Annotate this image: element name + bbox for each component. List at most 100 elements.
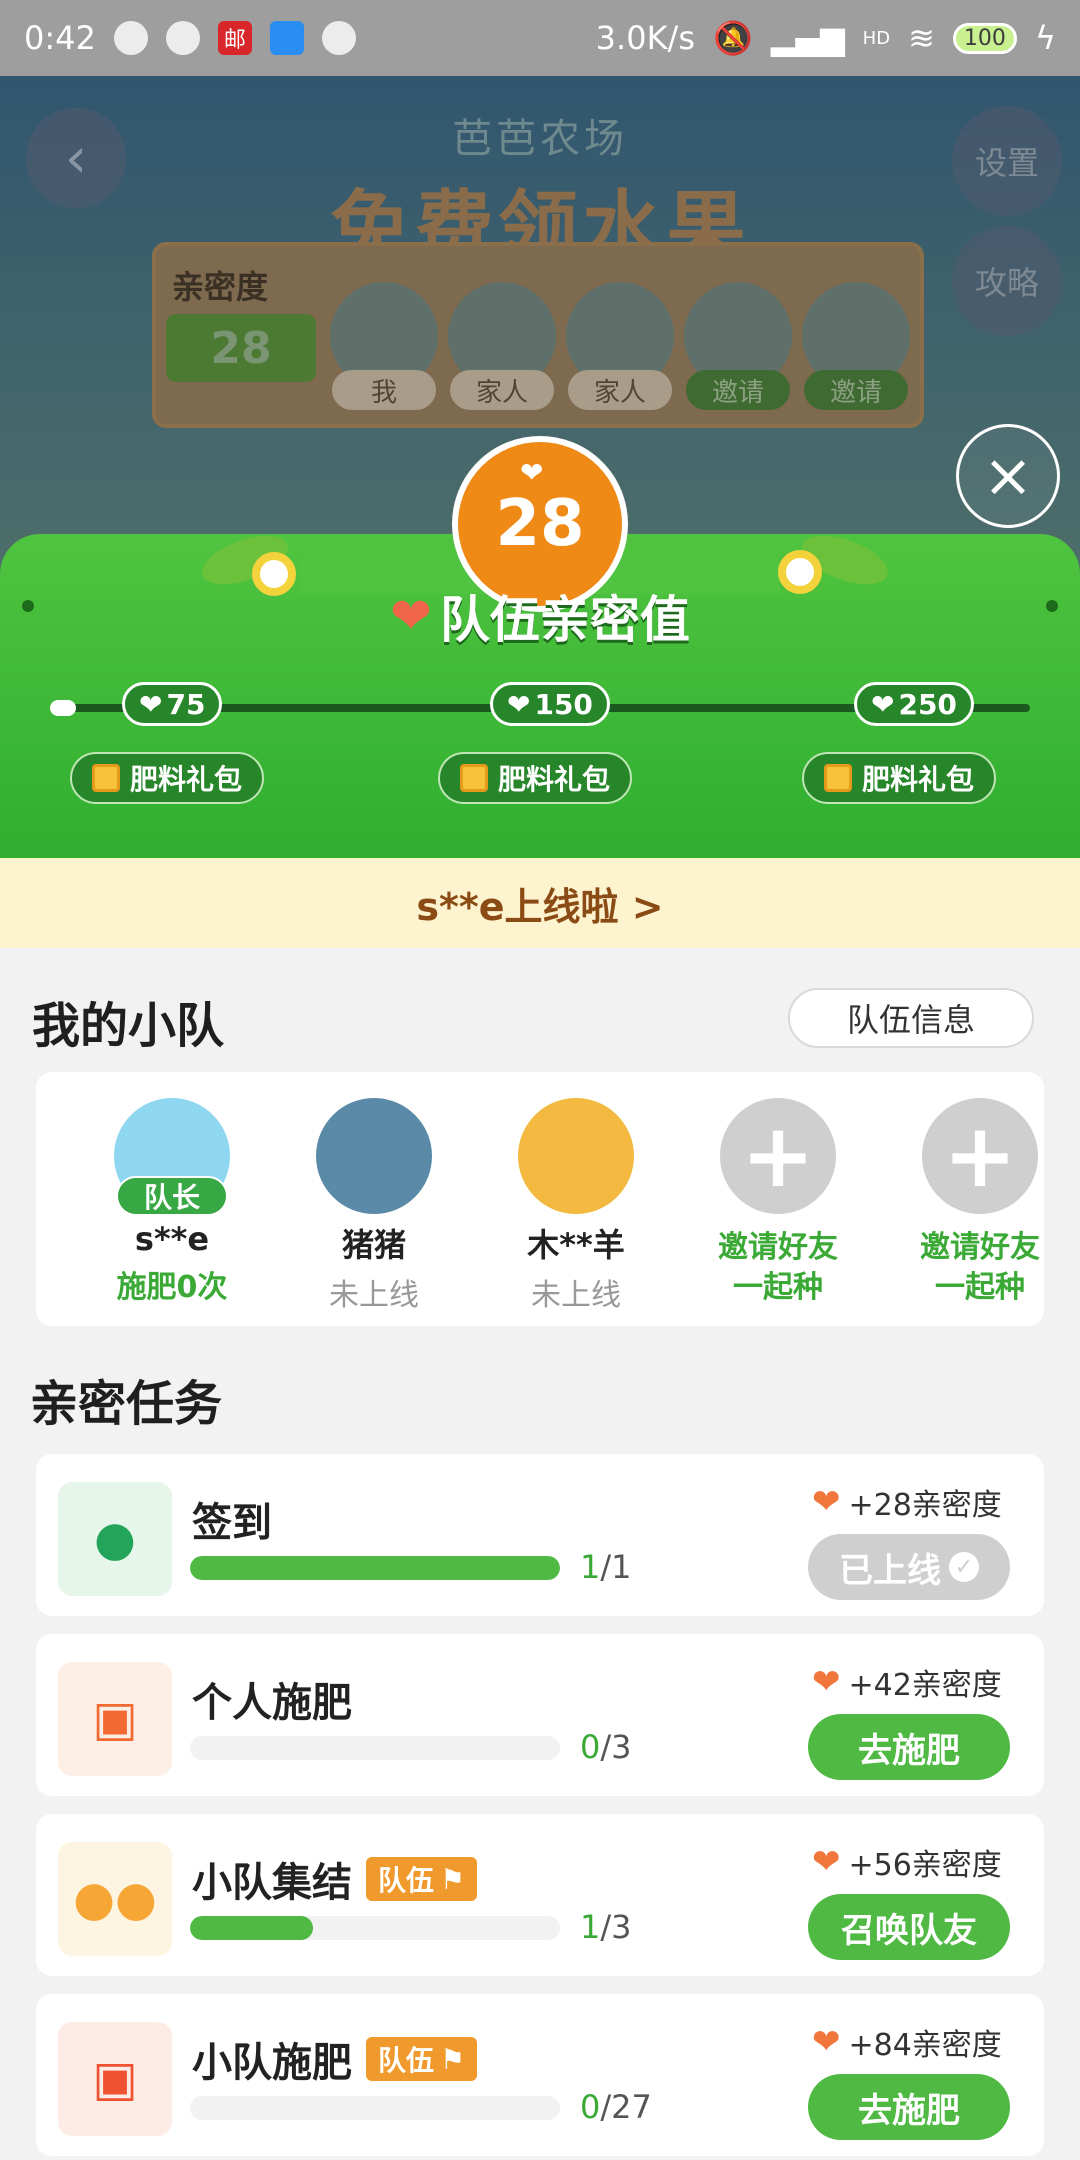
member-tag: 我 [332,370,436,410]
task-reward: ❤ +28亲密度 [812,1480,1002,1524]
intimacy-card: 亲密度 28 我 家人 家人 邀请 邀请 [152,242,924,428]
flower-decoration [252,552,296,596]
net-speed: 3.0K/s [595,19,695,57]
team-fertilizer-icon: ▣ [58,2022,172,2136]
reward-text: +56亲密度 [848,1848,1002,1883]
task-reward: ❤ +56亲密度 [812,1840,1002,1884]
task-team-assemble: ●● 小队集结 队伍 ⚑ 1/3 ❤ +56亲密度 召唤队友 [36,1814,1044,1976]
task-name: 小队集结 队伍 ⚑ [192,1850,478,1908]
gift-package-1[interactable]: 肥料礼包 [70,752,265,804]
person-icon: ● [58,1482,172,1596]
team-score: 28 [495,487,585,561]
corner-dot [1046,600,1058,612]
settings-button[interactable]: 设置 [952,106,1062,216]
heart-icon: ❤ [871,687,895,721]
member-captain[interactable]: 队长 s**e 施肥0次 [72,1098,272,1306]
member-tag: 家人 [568,370,672,410]
heart-icon: ❤ [812,1482,841,1522]
task-name: 个人施肥 [192,1670,352,1728]
member-status: 施肥0次 [116,1270,228,1305]
online-notice[interactable]: s**e上线啦 > [0,858,1080,948]
mail-app-icon: 邮 [217,21,252,55]
member-name: s**e [134,1220,210,1258]
heart-icon: ❤ [507,687,531,721]
member-tag: 邀请 [804,370,908,410]
invite-friend-slot-1[interactable]: + 邀请好友 一起种 [678,1098,878,1308]
plus-icon: + [720,1098,836,1214]
flag-icon: ⚑ [440,1862,466,1896]
fertilizer-bag-icon: ▣ [58,1662,172,1776]
panel-title: ❤ 队伍亲密值 [390,580,690,652]
check-icon: ✓ [949,1552,979,1582]
flower-decoration [778,550,822,594]
summon-teammates-button[interactable]: 召唤队友 [808,1894,1010,1960]
progress-done: 1 [580,1908,601,1946]
fertilizer-gift-icon [824,764,852,792]
signal-icon: ▂▄▆ [770,19,845,57]
fertilizer-gift-icon [460,764,488,792]
task-name: 小队施肥 队伍 ⚑ [192,2030,478,2088]
member-status: 未上线 [329,1278,419,1313]
task-name-text: 小队集结 [192,1860,352,1906]
go-fertilize-button[interactable]: 去施肥 [808,1714,1010,1780]
progress-total: /3 [600,1728,632,1766]
team-info-button[interactable]: 队伍信息 [788,988,1034,1048]
wechat-icon [113,21,148,55]
member-tag: 邀请 [686,370,790,410]
task-team-fertilize: ▣ 小队施肥 队伍 ⚑ 0/27 ❤ +84亲密度 去施肥 [36,1994,1044,2156]
gift-package-3[interactable]: 肥料礼包 [802,752,997,804]
mute-icon: 🔕 [713,19,753,57]
team-tag: 队伍 ⚑ [366,2037,478,2081]
reward-text: +28亲密度 [848,1488,1002,1523]
invite-line: 一起种 [935,1270,1025,1305]
invite-friend-slot-2[interactable]: + 邀请好友 一起种 [880,1098,1080,1308]
member-3[interactable]: 木**羊 未上线 [476,1098,676,1314]
milestone-value: 75 [166,687,206,721]
heart-icon: ❤ [812,1662,841,1702]
progress-total: /3 [600,1908,632,1946]
team-tag: 队伍 ⚑ [366,1857,478,1901]
my-team-title: 我的小队 [32,998,225,1054]
hd-label: HD [862,27,891,49]
task-progress-fill [190,1916,314,1940]
task-progress-bar [190,1916,560,1940]
gift-package-2[interactable]: 肥料礼包 [438,752,633,804]
milestone-75: ❤ 75 [122,682,223,726]
milestone-150: ❤ 150 [490,682,610,726]
app-notification-icon-2 [321,21,356,55]
farm-title: 芭芭农场 [452,116,628,162]
panel-title-text: 队伍亲密值 [439,591,690,649]
fertilizer-gift-icon [92,764,120,792]
group-icon: ●● [58,1842,172,1956]
progress-total: /1 [600,1548,632,1586]
captain-badge: 队长 [116,1176,228,1216]
member-status: 未上线 [531,1278,621,1313]
close-button[interactable]: × [956,424,1060,528]
guide-button[interactable]: 攻略 [952,226,1062,336]
task-progress-bar [190,2096,560,2120]
progress-total: /27 [600,2088,652,2126]
task-reward: ❤ +42亲密度 [812,1660,1002,1704]
invite-text: 邀请好友 一起种 [880,1228,1080,1308]
checked-in-button[interactable]: 已上线 ✓ [808,1534,1010,1600]
gift-label: 肥料礼包 [498,763,611,796]
task-name-text: 小队施肥 [192,2040,352,2086]
task-progress-text: 0/27 [580,2088,652,2126]
member-name: 猪猪 [341,1226,406,1264]
task-progress-text: 0/3 [580,1728,632,1766]
avatar [518,1098,634,1214]
task-personal-fertilize: ▣ 个人施肥 0/3 ❤ +42亲密度 去施肥 [36,1634,1044,1796]
heart-icon: ❤ [139,687,163,721]
go-fertilize-button[interactable]: 去施肥 [808,2074,1010,2140]
heart-icon: ❤ [390,587,432,645]
invite-line: 邀请好友 [718,1230,838,1265]
gift-label: 肥料礼包 [130,763,243,796]
intimacy-label: 亲密度 [172,268,269,306]
content-area: 我的小队 队伍信息 队长 s**e 施肥0次 猪猪 未上线 木**羊 未上线 +… [0,948,1080,2160]
task-progress-text: 1/3 [580,1908,632,1946]
progress-done: 0 [580,2088,601,2126]
member-2[interactable]: 猪猪 未上线 [274,1098,474,1314]
avatar: 队长 [114,1098,230,1216]
task-name-text: 签到 [192,1500,272,1546]
team-tag-text: 队伍 [378,1864,435,1897]
